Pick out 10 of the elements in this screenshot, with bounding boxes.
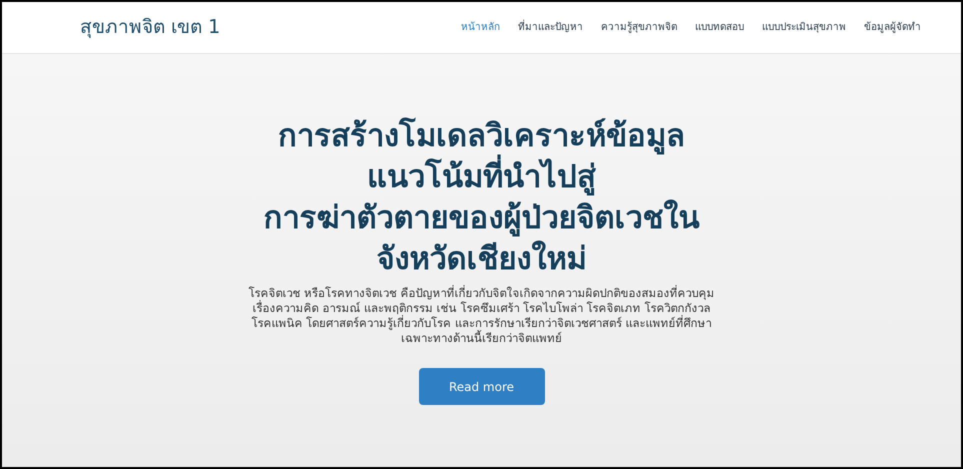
nav-link[interactable]: แบบประเมินสุขภาพ — [762, 20, 846, 35]
nav-link[interactable]: ข้อมูลผู้จัดทำ — [864, 20, 921, 35]
nav-link[interactable]: แบบทดสอบ — [695, 20, 744, 35]
site-title[interactable]: สุขภาพจิต เขต 1 — [80, 13, 220, 42]
nav-link[interactable]: ความรู้สุขภาพจิต — [601, 20, 677, 35]
hero-title: การสร้างโมเดลวิเคราะห์ข้อมูล แนวโน้มที่นำไปสู่ การฆ่าตัวตายของผู้ป่วยจิตเวชใน จังหวัดเชียงใหม่ — [264, 116, 700, 279]
nav-link[interactable]: ที่มาและปัญหา — [518, 20, 583, 35]
hero-description: โรคจิตเวช หรือโรคทางจิตเวช คือปัญหาที่เกี่ยวกับจิตใจเกิดจากความผิดปกติของสมองที่ควบคุมเรื่องความคิด อารมณ์ และพฤติกรรม เช่น โรคซึมเศร้า โรคไบโพล่า โรคจิตเภท โรควิตกกังวล โรคแพนิค โดยศาสตร์ความรู้เกี่ยวกับโรค และการรักษาเรียกว่าจิตเวชศาสตร์ และแพทย์ที่ศึกษาเฉพาะทางด้านนี้เรียกว่าจิตแพทย์ — [247, 286, 716, 346]
nav-link[interactable]: หน้าหลัก — [461, 20, 500, 35]
read-more-button[interactable]: Read more — [418, 368, 544, 405]
